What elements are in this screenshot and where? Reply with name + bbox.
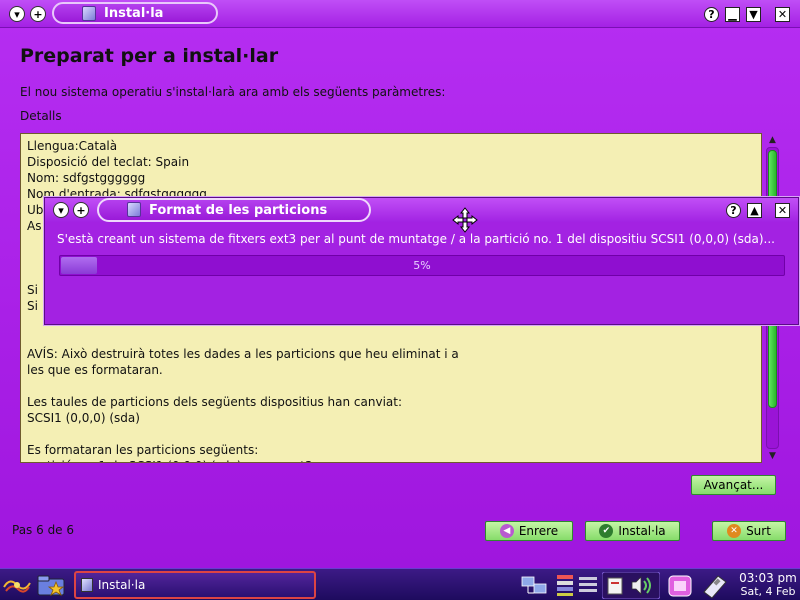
install-button-label: Instal·la: [618, 524, 666, 538]
dialog-sticky-button[interactable]: +: [73, 202, 89, 218]
dialog-title: Format de les particions: [149, 202, 328, 218]
page-title: Preparat per a instal·lar: [20, 45, 279, 67]
plus-icon: +: [76, 203, 86, 217]
taskbar: Instal·la 03:03 pm Sat, 4 Feb: [0, 568, 800, 600]
close-button[interactable]: ✕: [775, 7, 790, 22]
scroll-down-icon[interactable]: ▼: [767, 451, 778, 461]
install-button[interactable]: ✔ Instal·la: [585, 521, 680, 541]
help-icon: ?: [730, 204, 737, 217]
network-icon[interactable]: [520, 573, 550, 597]
dialog-menu-button[interactable]: ▾: [53, 202, 69, 218]
details-line: Es formataran les particions següents:: [27, 443, 259, 457]
details-line: [27, 378, 755, 394]
advanced-button-label: Avançat...: [703, 478, 764, 492]
help-button[interactable]: ?: [704, 7, 719, 22]
minimize-button[interactable]: ▁: [725, 7, 740, 22]
advanced-button[interactable]: Avançat...: [691, 475, 776, 495]
details-line: [27, 426, 755, 442]
file-manager-icon[interactable]: [36, 572, 68, 598]
back-button-label: Enrere: [518, 524, 559, 538]
details-line: les que es formataran.: [27, 363, 163, 377]
details-line: AVÍS: Això destruirà totes les dades a l…: [27, 347, 459, 361]
help-icon: ?: [708, 8, 715, 21]
sticky-button[interactable]: +: [30, 6, 46, 22]
installer-app-icon: [81, 578, 93, 592]
intro-text: El nou sistema operatiu s'instal·larà ar…: [20, 85, 446, 99]
format-partitions-dialog: ▾ + Format de les particions ? ▲ ✕ S'est…: [44, 197, 799, 325]
installer-app-icon: [127, 202, 141, 217]
removable-device-icon[interactable]: [700, 572, 730, 599]
chevron-down-icon: ▾: [14, 7, 20, 21]
window-titlebar[interactable]: ▾ + Instal·la ? ▁ ▼ ✕: [0, 0, 800, 28]
maximize-icon: ▲: [750, 204, 759, 217]
clock-time: 03:03 pm: [739, 571, 797, 585]
chevron-down-icon: ▾: [58, 203, 64, 217]
quit-button-label: Surt: [746, 524, 771, 538]
dialog-titlebar[interactable]: ▾ + Format de les particions ? ▲ ✕: [45, 198, 798, 222]
window-title: Instal·la: [104, 5, 164, 21]
dialog-help-button[interactable]: ?: [726, 203, 741, 218]
shade-button[interactable]: ▼: [746, 7, 761, 22]
plus-icon: +: [33, 7, 43, 21]
back-arrow-icon: ◀: [499, 524, 514, 538]
quit-button[interactable]: ✕ Surt: [712, 521, 786, 541]
dialog-title-pill: Format de les particions: [97, 198, 371, 222]
system-tray: [602, 572, 660, 599]
window-menu-button[interactable]: ▾: [9, 6, 25, 22]
step-indicator: Pas 6 de 6: [12, 523, 75, 537]
window-title-pill: Instal·la: [52, 2, 218, 24]
minimize-icon: ▁: [728, 8, 737, 21]
details-line: SCSI1 (0,0,0) (sda): [27, 411, 140, 425]
back-button[interactable]: ◀ Enrere: [485, 521, 573, 541]
clock-date: Sat, 4 Feb: [740, 585, 796, 598]
details-line: Disposició del teclat: Spain: [27, 155, 190, 169]
close-icon: ✕: [777, 204, 788, 217]
format-progress-bar: 5%: [59, 255, 785, 276]
details-line: Nom: sdfgstgggggg: [27, 171, 146, 185]
taskbar-clock[interactable]: 03:03 pm Sat, 4 Feb: [736, 571, 800, 599]
details-line: partició no. 1 de SCSI1 (0,0,0) (sda) co…: [27, 458, 755, 462]
workspace-switcher-icon[interactable]: [556, 573, 576, 597]
notifications-icon[interactable]: [666, 572, 694, 599]
shade-icon: ▼: [749, 8, 758, 21]
taskbar-task-installer[interactable]: Instal·la: [74, 571, 316, 599]
dialog-close-button[interactable]: ✕: [775, 203, 790, 218]
progress-label: 5%: [413, 259, 431, 272]
details-label: Detalls: [20, 109, 62, 123]
move-cursor-icon: [452, 207, 478, 233]
desktop-pager-icon[interactable]: [578, 573, 598, 597]
dialog-message: S'està creant un sistema de fitxers ext3…: [57, 232, 775, 246]
close-icon: ✕: [777, 8, 788, 21]
scroll-up-icon[interactable]: ▲: [767, 135, 778, 145]
start-menu-icon[interactable]: [2, 573, 32, 597]
checkmark-icon: ✔: [599, 524, 614, 538]
cancel-x-icon: ✕: [727, 524, 742, 538]
installer-app-icon: [82, 6, 96, 21]
details-line: Les taules de particions dels següents d…: [27, 395, 403, 409]
dialog-maximize-button[interactable]: ▲: [747, 203, 762, 218]
details-line: Llengua:Català: [27, 139, 118, 153]
taskbar-task-label: Instal·la: [98, 578, 146, 592]
details-line: [27, 330, 755, 346]
